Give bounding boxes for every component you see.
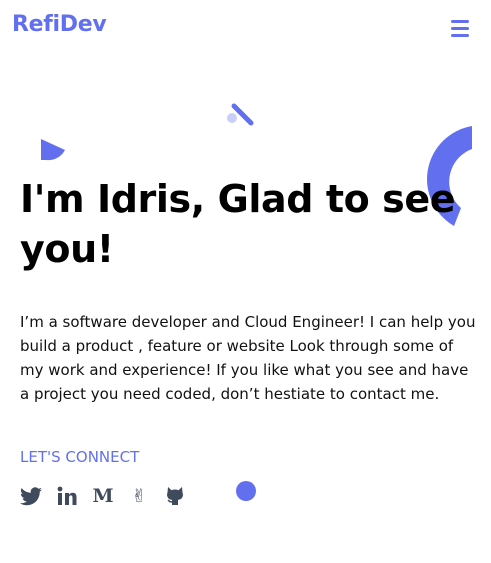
medium-glyph: M [92,485,114,507]
hamburger-menu-icon[interactable] [447,15,473,41]
hero-title: I'm Idris, Glad to see you! [20,177,456,271]
site-header: RefiDev [0,0,491,60]
brand-logo[interactable]: RefiDev [12,12,107,37]
decor-quarter-path [41,139,65,161]
linkedin-glyph [57,486,77,505]
lets-connect-link[interactable]: LET'S CONNECT [20,448,139,466]
decor-stick [231,103,254,126]
decor-dot-light [227,113,237,123]
github-icon[interactable] [164,485,186,507]
medium-icon[interactable]: M [92,485,114,507]
social-links: M ✌ [20,485,186,507]
decor-dot [236,481,256,501]
peace-glyph: ✌ [131,485,147,507]
peace-hand-icon[interactable]: ✌ [128,485,150,507]
menu-bar-top [451,20,469,23]
twitter-icon[interactable] [20,485,42,507]
decor-quarter-circle [41,139,65,161]
decor-stick-shape [227,103,254,126]
linkedin-icon[interactable] [56,485,78,507]
hero-description: I’m a software developer and Cloud Engin… [20,313,476,403]
menu-bar-middle [451,27,469,30]
menu-bar-bottom [451,34,469,37]
github-glyph [167,487,183,505]
twitter-glyph [20,486,42,505]
